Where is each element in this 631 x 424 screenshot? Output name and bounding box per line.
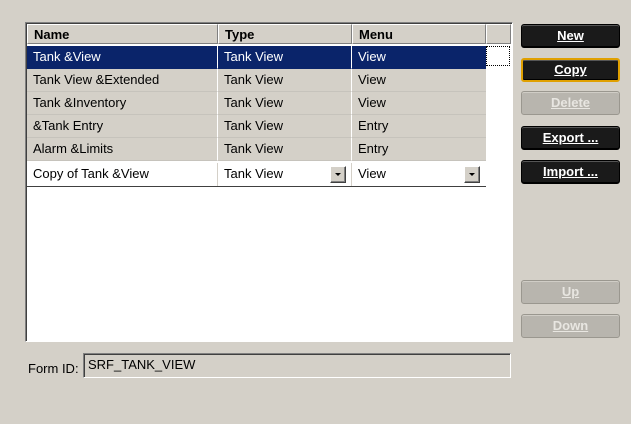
menu-dropdown[interactable]: View xyxy=(352,163,486,186)
form-grid[interactable]: Name Type Menu Tank &View Tank View View… xyxy=(25,22,513,342)
type-dropdown-value: Tank View xyxy=(224,166,284,181)
chevron-down-icon[interactable] xyxy=(464,166,480,183)
grid-header: Name Type Menu xyxy=(27,24,511,45)
cell-type[interactable]: Tank View xyxy=(218,115,352,138)
import-button[interactable]: Import ... xyxy=(521,160,620,184)
cell-name[interactable]: Tank &Inventory xyxy=(27,92,218,115)
new-button[interactable]: New xyxy=(521,24,620,48)
table-row-selected[interactable]: Tank &View Tank View View xyxy=(27,46,486,69)
export-button[interactable]: Export ... xyxy=(521,126,620,150)
table-row[interactable]: Tank &Inventory Tank View View xyxy=(27,92,486,115)
menu-dropdown-value: View xyxy=(358,166,386,181)
cell-name[interactable]: &Tank Entry xyxy=(27,115,218,138)
chevron-down-icon[interactable] xyxy=(330,166,346,183)
cell-type[interactable]: Tank View xyxy=(218,92,352,115)
cell-name[interactable]: Copy of Tank &View xyxy=(27,163,218,186)
copy-button[interactable]: Copy xyxy=(521,58,620,82)
cell-menu[interactable]: View xyxy=(352,46,486,69)
column-header-type[interactable]: Type xyxy=(218,24,352,44)
column-header-menu[interactable]: Menu xyxy=(352,24,486,44)
table-row-editing[interactable]: Copy of Tank &View Tank View View xyxy=(27,163,486,186)
cell-menu[interactable]: View xyxy=(352,69,486,92)
cell-menu[interactable]: View xyxy=(352,92,486,115)
row-divider xyxy=(27,186,486,187)
cell-menu[interactable]: Entry xyxy=(352,138,486,161)
cell-type[interactable]: Tank View xyxy=(218,138,352,161)
column-header-blank xyxy=(486,24,511,44)
cell-type[interactable]: Tank View xyxy=(218,69,352,92)
cell-name[interactable]: Alarm &Limits xyxy=(27,138,218,161)
table-row[interactable]: Alarm &Limits Tank View Entry xyxy=(27,138,486,161)
form-id-label: Form ID: xyxy=(28,361,79,376)
form-id-field[interactable]: SRF_TANK_VIEW xyxy=(83,353,511,378)
column-header-name[interactable]: Name xyxy=(27,24,218,44)
cell-menu[interactable]: Entry xyxy=(352,115,486,138)
down-button[interactable]: Down xyxy=(521,314,620,338)
up-button[interactable]: Up xyxy=(521,280,620,304)
cell-type[interactable]: Tank View xyxy=(218,46,352,69)
table-row[interactable]: Tank View &Extended Tank View View xyxy=(27,69,486,92)
delete-button[interactable]: Delete xyxy=(521,91,620,115)
cell-name[interactable]: Tank &View xyxy=(27,46,218,69)
type-dropdown[interactable]: Tank View xyxy=(218,163,352,186)
cell-name[interactable]: Tank View &Extended xyxy=(27,69,218,92)
cell-focus-indicator xyxy=(486,46,510,66)
table-row[interactable]: &Tank Entry Tank View Entry xyxy=(27,115,486,138)
